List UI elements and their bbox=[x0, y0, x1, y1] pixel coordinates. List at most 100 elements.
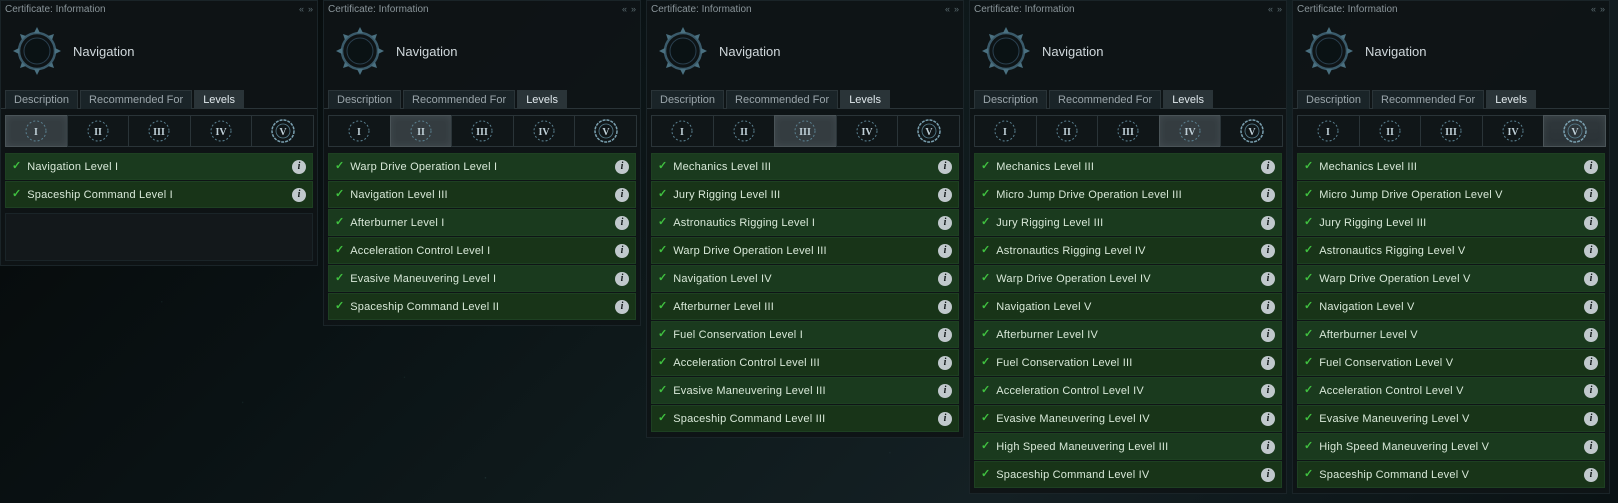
info-icon[interactable]: i bbox=[938, 356, 952, 370]
level-tab-IV[interactable]: IV bbox=[1159, 115, 1222, 147]
info-icon[interactable]: i bbox=[938, 328, 952, 342]
info-icon[interactable]: i bbox=[1261, 188, 1275, 202]
skill-row[interactable]: ✓ Fuel Conservation Level V i bbox=[1297, 349, 1605, 376]
skill-row[interactable]: ✓ Evasive Maneuvering Level IV i bbox=[974, 405, 1282, 432]
info-icon[interactable]: i bbox=[938, 300, 952, 314]
skill-row[interactable]: ✓ Evasive Maneuvering Level III i bbox=[651, 377, 959, 404]
skill-row[interactable]: ✓ High Speed Maneuvering Level III i bbox=[974, 433, 1282, 460]
tab-description[interactable]: Description bbox=[1297, 90, 1370, 109]
info-icon[interactable]: i bbox=[1261, 160, 1275, 174]
expand-icon[interactable]: » bbox=[308, 4, 313, 14]
info-icon[interactable]: i bbox=[1261, 412, 1275, 426]
info-icon[interactable]: i bbox=[1261, 356, 1275, 370]
skill-row[interactable]: ✓ Astronautics Rigging Level I i bbox=[651, 209, 959, 236]
skill-row[interactable]: ✓ Evasive Maneuvering Level I i bbox=[328, 265, 636, 292]
skill-row[interactable]: ✓ High Speed Maneuvering Level V i bbox=[1297, 433, 1605, 460]
info-icon[interactable]: i bbox=[615, 272, 629, 286]
expand-icon[interactable]: » bbox=[631, 4, 636, 14]
collapse-icon[interactable]: « bbox=[299, 4, 304, 14]
info-icon[interactable]: i bbox=[1584, 328, 1598, 342]
level-tab-III[interactable]: III bbox=[451, 115, 514, 147]
level-tab-II[interactable]: II bbox=[1359, 115, 1422, 147]
info-icon[interactable]: i bbox=[1584, 412, 1598, 426]
skill-row[interactable]: ✓ Acceleration Control Level I i bbox=[328, 237, 636, 264]
skill-row[interactable]: ✓ Micro Jump Drive Operation Level V i bbox=[1297, 181, 1605, 208]
tab-description[interactable]: Description bbox=[974, 90, 1047, 109]
skill-row[interactable]: ✓ Afterburner Level V i bbox=[1297, 321, 1605, 348]
info-icon[interactable]: i bbox=[615, 300, 629, 314]
info-icon[interactable]: i bbox=[1584, 216, 1598, 230]
tab-recommended[interactable]: Recommended For bbox=[726, 90, 838, 109]
level-tab-V[interactable]: V bbox=[1220, 115, 1283, 147]
expand-icon[interactable]: » bbox=[1277, 4, 1282, 14]
info-icon[interactable]: i bbox=[1584, 188, 1598, 202]
info-icon[interactable]: i bbox=[938, 384, 952, 398]
collapse-icon[interactable]: « bbox=[1268, 4, 1273, 14]
info-icon[interactable]: i bbox=[615, 216, 629, 230]
skill-row[interactable]: ✓ Spaceship Command Level I i bbox=[5, 181, 313, 208]
level-tab-I[interactable]: I bbox=[5, 115, 68, 147]
tab-levels[interactable]: Levels bbox=[194, 90, 244, 109]
skill-row[interactable]: ✓ Warp Drive Operation Level III i bbox=[651, 237, 959, 264]
info-icon[interactable]: i bbox=[615, 244, 629, 258]
tab-recommended[interactable]: Recommended For bbox=[403, 90, 515, 109]
info-icon[interactable]: i bbox=[1584, 244, 1598, 258]
skill-row[interactable]: ✓ Afterburner Level IV i bbox=[974, 321, 1282, 348]
info-icon[interactable]: i bbox=[292, 160, 306, 174]
skill-row[interactable]: ✓ Jury Rigging Level III i bbox=[974, 209, 1282, 236]
skill-row[interactable]: ✓ Mechanics Level III i bbox=[651, 153, 959, 180]
skill-row[interactable]: ✓ Micro Jump Drive Operation Level III i bbox=[974, 181, 1282, 208]
info-icon[interactable]: i bbox=[1261, 440, 1275, 454]
skill-row[interactable]: ✓ Fuel Conservation Level III i bbox=[974, 349, 1282, 376]
level-tab-III[interactable]: III bbox=[774, 115, 837, 147]
skill-row[interactable]: ✓ Fuel Conservation Level I i bbox=[651, 321, 959, 348]
skill-row[interactable]: ✓ Navigation Level V i bbox=[1297, 293, 1605, 320]
level-tab-V[interactable]: V bbox=[251, 115, 314, 147]
level-tab-III[interactable]: III bbox=[128, 115, 191, 147]
skill-row[interactable]: ✓ Navigation Level V i bbox=[974, 293, 1282, 320]
info-icon[interactable]: i bbox=[1584, 300, 1598, 314]
level-tab-I[interactable]: I bbox=[974, 115, 1037, 147]
info-icon[interactable]: i bbox=[1261, 272, 1275, 286]
info-icon[interactable]: i bbox=[938, 216, 952, 230]
info-icon[interactable]: i bbox=[938, 244, 952, 258]
info-icon[interactable]: i bbox=[938, 412, 952, 426]
skill-row[interactable]: ✓ Acceleration Control Level III i bbox=[651, 349, 959, 376]
info-icon[interactable]: i bbox=[938, 272, 952, 286]
tab-levels[interactable]: Levels bbox=[1486, 90, 1536, 109]
skill-row[interactable]: ✓ Afterburner Level I i bbox=[328, 209, 636, 236]
skill-row[interactable]: ✓ Mechanics Level III i bbox=[974, 153, 1282, 180]
tab-levels[interactable]: Levels bbox=[1163, 90, 1213, 109]
collapse-icon[interactable]: « bbox=[945, 4, 950, 14]
tab-recommended[interactable]: Recommended For bbox=[1372, 90, 1484, 109]
skill-row[interactable]: ✓ Spaceship Command Level V i bbox=[1297, 461, 1605, 488]
skill-row[interactable]: ✓ Warp Drive Operation Level IV i bbox=[974, 265, 1282, 292]
skill-row[interactable]: ✓ Spaceship Command Level IV i bbox=[974, 461, 1282, 488]
level-tab-I[interactable]: I bbox=[651, 115, 714, 147]
info-icon[interactable]: i bbox=[1584, 272, 1598, 286]
expand-icon[interactable]: » bbox=[954, 4, 959, 14]
level-tab-I[interactable]: I bbox=[1297, 115, 1360, 147]
info-icon[interactable]: i bbox=[1261, 468, 1275, 482]
level-tab-IV[interactable]: IV bbox=[513, 115, 576, 147]
info-icon[interactable]: i bbox=[1584, 160, 1598, 174]
level-tab-II[interactable]: II bbox=[67, 115, 130, 147]
info-icon[interactable]: i bbox=[1584, 356, 1598, 370]
level-tab-V[interactable]: V bbox=[897, 115, 960, 147]
info-icon[interactable]: i bbox=[1261, 244, 1275, 258]
expand-icon[interactable]: » bbox=[1600, 4, 1605, 14]
info-icon[interactable]: i bbox=[1261, 300, 1275, 314]
tab-recommended[interactable]: Recommended For bbox=[1049, 90, 1161, 109]
skill-row[interactable]: ✓ Astronautics Rigging Level IV i bbox=[974, 237, 1282, 264]
level-tab-IV[interactable]: IV bbox=[190, 115, 253, 147]
skill-row[interactable]: ✓ Jury Rigging Level III i bbox=[651, 181, 959, 208]
info-icon[interactable]: i bbox=[1584, 440, 1598, 454]
skill-row[interactable]: ✓ Astronautics Rigging Level V i bbox=[1297, 237, 1605, 264]
skill-row[interactable]: ✓ Acceleration Control Level V i bbox=[1297, 377, 1605, 404]
info-icon[interactable]: i bbox=[1584, 384, 1598, 398]
level-tab-III[interactable]: III bbox=[1097, 115, 1160, 147]
skill-row[interactable]: ✓ Navigation Level IV i bbox=[651, 265, 959, 292]
level-tab-II[interactable]: II bbox=[390, 115, 453, 147]
info-icon[interactable]: i bbox=[1584, 468, 1598, 482]
info-icon[interactable]: i bbox=[615, 188, 629, 202]
